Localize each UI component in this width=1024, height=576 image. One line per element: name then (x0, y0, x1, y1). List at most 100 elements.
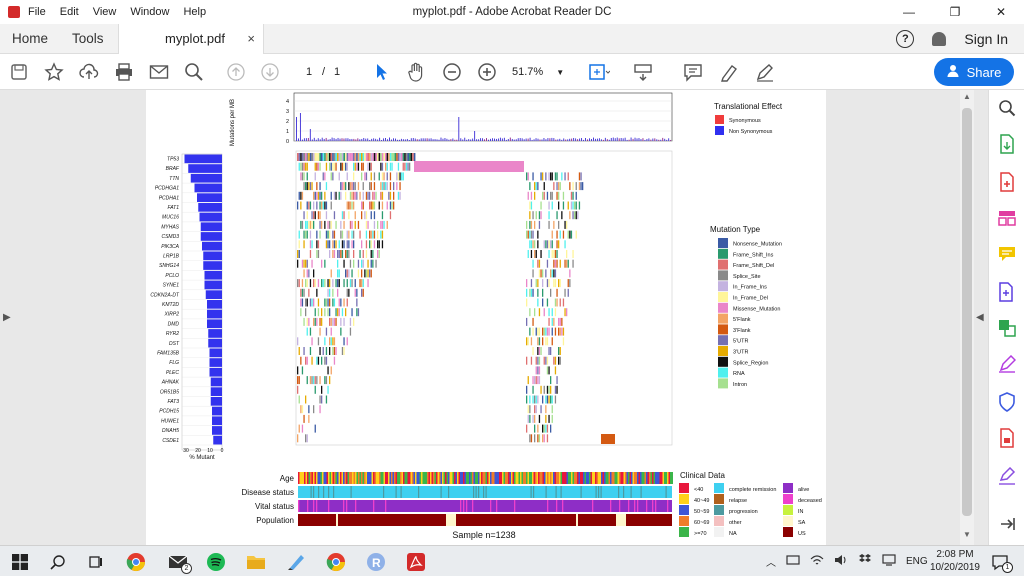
zoom-out-icon[interactable] (441, 61, 463, 83)
collapse-right-panel-icon[interactable]: ◀ (976, 312, 984, 323)
chrome-icon-2[interactable] (326, 552, 346, 572)
comment-icon[interactable] (682, 61, 704, 83)
bookmark-star-icon[interactable] (43, 61, 65, 83)
tab-tools[interactable]: Tools (60, 24, 116, 54)
close-window-button[interactable]: ✕ (978, 0, 1024, 24)
wifi-icon[interactable] (810, 554, 824, 569)
notepad-icon[interactable] (286, 552, 306, 572)
age-cell (383, 472, 385, 484)
age-cell (302, 472, 304, 484)
search-icon[interactable] (48, 552, 68, 572)
page-number-input[interactable]: 1 (296, 63, 322, 81)
svg-text:R: R (372, 556, 381, 570)
help-icon[interactable]: ? (896, 30, 915, 48)
volume-icon[interactable] (834, 554, 848, 569)
vital-status-cell (547, 500, 549, 512)
tmb-bar (301, 139, 303, 141)
gene-label: SYNE1 (163, 283, 180, 289)
highlight-pen-icon[interactable] (718, 61, 740, 83)
dropbox-icon[interactable] (858, 554, 872, 569)
legend-label: Splice_Region (733, 360, 768, 366)
collapse-pane-icon[interactable] (997, 514, 1017, 534)
menu-view[interactable]: View (93, 6, 117, 18)
mutation-cell (396, 172, 398, 181)
zoom-search-icon[interactable] (997, 98, 1017, 118)
organize-pages-icon[interactable] (997, 208, 1017, 228)
hand-tool-icon[interactable] (405, 61, 427, 83)
zoom-level-select[interactable]: 51.7% ▼ (512, 63, 572, 81)
mutation-cell (316, 240, 318, 249)
mutation-cell (297, 337, 299, 346)
network-icon[interactable] (786, 554, 800, 569)
mutation-cell (346, 162, 348, 171)
next-page-icon[interactable] (259, 61, 281, 83)
mutation-cell (330, 337, 332, 346)
chrome-icon[interactable] (126, 552, 146, 572)
minimize-button[interactable]: — (886, 0, 932, 24)
notifications-bell-icon[interactable] (932, 32, 947, 46)
scrollbar-thumb[interactable] (962, 108, 972, 516)
edit-pdf-icon[interactable] (997, 428, 1017, 448)
acrobat-reader-icon[interactable] (406, 552, 426, 572)
mutation-cell (530, 191, 533, 200)
legend-label: Missense_Mutation (733, 306, 780, 312)
sign-in-link[interactable]: Sign In (964, 31, 1008, 47)
send-sign-icon[interactable] (997, 466, 1017, 486)
gene-label: PCDH15 (159, 409, 179, 415)
menu-file[interactable]: File (28, 6, 46, 18)
share-button[interactable]: Share (934, 58, 1014, 86)
menu-edit[interactable]: Edit (60, 6, 79, 18)
task-view-icon[interactable] (86, 552, 106, 572)
system-clock[interactable]: 2:08 PM 10/20/2019 (930, 548, 980, 574)
collapse-left-panel-icon[interactable]: ▶ (3, 312, 11, 323)
menu-help[interactable]: Help (183, 6, 206, 18)
export-pdf-icon[interactable] (997, 134, 1017, 154)
scroll-up-arrow-icon[interactable]: ▲ (962, 92, 972, 101)
r-language-icon[interactable]: R (366, 552, 386, 572)
tab-document[interactable]: myplot.pdf × (118, 23, 264, 54)
zoom-in-icon[interactable] (476, 61, 498, 83)
disease-status-cell (600, 486, 602, 498)
mutation-cell (396, 153, 398, 161)
find-search-icon[interactable] (183, 61, 205, 83)
legend-label: >=70 (694, 531, 707, 537)
fill-sign-icon[interactable] (754, 61, 776, 83)
fill-and-sign-icon[interactable] (997, 354, 1017, 374)
mutation-cell (351, 308, 353, 317)
create-pdf-icon[interactable] (997, 172, 1017, 192)
mutation-cell (404, 153, 406, 161)
maximize-button[interactable]: ❐ (932, 0, 978, 24)
email-icon[interactable] (148, 61, 170, 83)
display-icon[interactable] (882, 554, 896, 569)
close-tab-icon[interactable]: × (247, 31, 255, 46)
language-indicator[interactable]: ENG (906, 556, 928, 567)
file-explorer-icon[interactable] (246, 552, 266, 572)
print-icon[interactable] (113, 61, 135, 83)
vital-status-cell (637, 500, 639, 512)
tmb-tick-label: 2 (286, 119, 289, 125)
previous-page-icon[interactable] (225, 61, 247, 83)
add-comment-icon[interactable] (997, 244, 1017, 264)
mutation-cell (572, 191, 574, 200)
upload-cloud-icon[interactable] (78, 61, 100, 83)
scrolling-mode-icon[interactable] (632, 61, 654, 83)
mail-icon[interactable]: 2 (168, 552, 192, 574)
spotify-icon[interactable] (206, 552, 226, 572)
mutation-cell (532, 385, 534, 394)
protect-shield-icon[interactable] (997, 392, 1017, 412)
mutation-cell (340, 298, 342, 307)
windows-start-icon[interactable] (10, 552, 30, 572)
scroll-down-arrow-icon[interactable]: ▼ (962, 530, 972, 539)
compress-pdf-icon[interactable] (997, 318, 1017, 338)
save-icon[interactable] (8, 61, 30, 83)
mutation-cell (537, 366, 539, 375)
select-cursor-icon[interactable] (371, 61, 393, 83)
tab-home[interactable]: Home (0, 24, 60, 54)
tmb-bar (664, 138, 666, 141)
combine-files-icon[interactable] (997, 282, 1017, 302)
show-hidden-icons-icon[interactable]: ︿ (766, 554, 776, 569)
action-center-icon[interactable]: 1 (990, 552, 1013, 573)
menu-window[interactable]: Window (130, 6, 169, 18)
fit-page-icon[interactable] (588, 61, 610, 83)
mutation-cell (537, 434, 539, 443)
